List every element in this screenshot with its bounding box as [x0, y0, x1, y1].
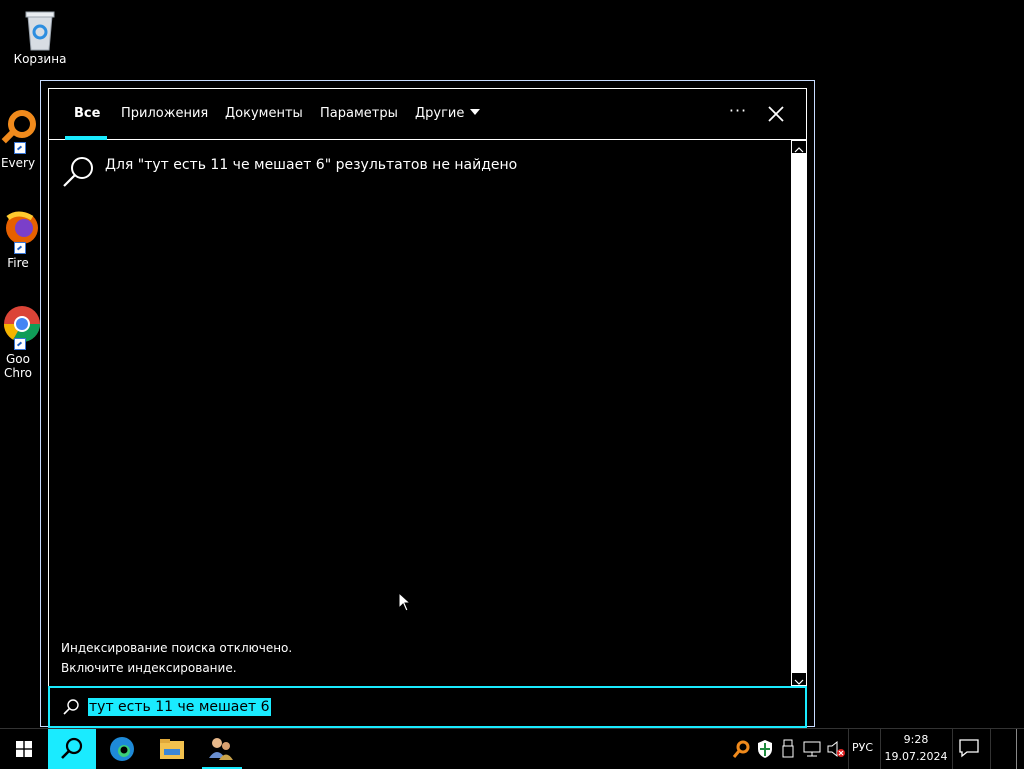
more-options-button[interactable]: ···	[725, 101, 751, 127]
search-results-area: Для "тут есть 11 че мешает 6" результато…	[48, 140, 807, 686]
recycle-bin-icon	[25, 11, 55, 51]
taskbar-users-button[interactable]	[198, 729, 246, 769]
tab-settings[interactable]: Параметры	[320, 106, 398, 121]
tab-apps[interactable]: Приложения	[121, 106, 208, 121]
tab-documents[interactable]: Документы	[225, 106, 303, 121]
search-icon	[63, 157, 93, 187]
tab-other-label: Другие	[415, 106, 465, 121]
results-scrollbar[interactable]	[791, 140, 807, 686]
clock-time: 9:28	[903, 733, 929, 746]
shortcut-arrow-icon	[14, 338, 26, 350]
desktop-icon-label: Корзина	[13, 52, 67, 66]
scroll-down-arrow[interactable]	[791, 672, 807, 686]
shortcut-arrow-icon	[14, 142, 26, 154]
search-tabs-header: Все Приложения Документы Параметры Други…	[48, 88, 807, 140]
start-button[interactable]	[0, 729, 48, 769]
shortcut-arrow-icon	[14, 242, 26, 254]
taskbar-file-explorer-button[interactable]	[148, 729, 196, 769]
search-icon	[61, 737, 83, 759]
defender-icon[interactable]	[756, 739, 774, 759]
taskbar-edge-button[interactable]	[98, 729, 146, 769]
taskbar: РУС 9:28 19.07.2024	[0, 728, 1024, 769]
indexing-disabled-text: Индексирование поиска отключено.	[61, 641, 293, 655]
users-icon	[209, 738, 233, 760]
enable-indexing-link[interactable]: Включите индексирование.	[61, 661, 237, 675]
tab-other[interactable]: Другие	[415, 106, 481, 121]
usb-icon[interactable]	[781, 739, 795, 759]
windows-start-icon	[16, 741, 32, 757]
show-desktop-button[interactable]	[1016, 729, 1017, 769]
tray-separator	[990, 729, 991, 769]
volume-muted-icon[interactable]	[826, 739, 846, 759]
tray-separator	[952, 729, 953, 769]
file-explorer-icon	[160, 739, 184, 759]
search-icon	[63, 699, 79, 715]
chevron-down-icon	[470, 109, 481, 115]
desktop-icon-recycle-bin[interactable]: Корзина	[0, 8, 80, 66]
chevron-up-icon	[794, 147, 804, 153]
close-icon[interactable]	[763, 101, 789, 127]
network-icon[interactable]	[802, 739, 822, 759]
tab-all[interactable]: Все	[74, 106, 100, 121]
taskbar-search-button[interactable]	[48, 729, 96, 769]
tray-separator	[848, 729, 849, 769]
edge-icon	[110, 737, 134, 761]
notification-icon[interactable]	[958, 738, 980, 758]
scrollbar-thumb[interactable]	[793, 158, 805, 670]
scroll-up-arrow[interactable]	[791, 140, 807, 154]
no-results-message: Для "тут есть 11 че мешает 6" результато…	[105, 157, 518, 173]
language-indicator[interactable]: РУС	[852, 741, 873, 754]
mouse-cursor-icon	[398, 592, 412, 612]
clock-date: 19.07.2024	[884, 750, 948, 763]
search-query-text[interactable]: тут есть 11 че мешает 6	[88, 698, 271, 716]
everything-tray-icon[interactable]	[732, 739, 750, 759]
search-input[interactable]: тут есть 11 че мешает 6	[48, 686, 807, 728]
search-panel: Все Приложения Документы Параметры Други…	[48, 88, 807, 728]
